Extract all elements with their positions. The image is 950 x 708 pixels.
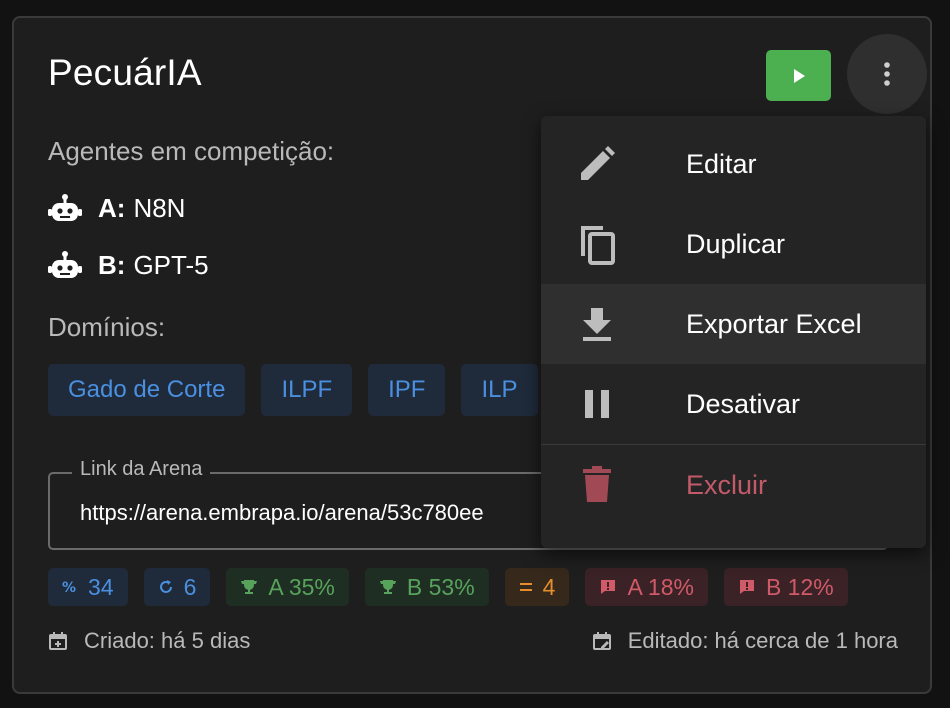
- svg-text:%: %: [62, 580, 76, 595]
- copy-icon: [575, 222, 619, 266]
- menu-item-label: Editar: [686, 148, 757, 179]
- agent-key: B:: [98, 249, 126, 280]
- trophy-icon: [379, 580, 396, 594]
- domain-chip[interactable]: ILPF: [261, 364, 353, 416]
- alert-icon: [601, 580, 616, 594]
- stat-value: 34: [88, 573, 114, 600]
- refresh-icon: [159, 580, 172, 593]
- robot-icon: [48, 248, 82, 282]
- stat-chip: B 12%: [723, 568, 848, 606]
- agents-label: Agentes em competição:: [48, 136, 335, 166]
- stat-value: B 53%: [406, 573, 475, 600]
- stat-value: A 35%: [268, 573, 335, 600]
- menu-item-label: Duplicar: [686, 228, 786, 259]
- stat-chip: 6: [143, 568, 211, 606]
- domain-chip[interactable]: Gado de Corte: [48, 364, 246, 416]
- menu-item-edit[interactable]: Editar: [541, 124, 926, 204]
- stat-value: 4: [542, 573, 556, 600]
- trophy-icon: [241, 580, 258, 594]
- robot-icon: [48, 191, 82, 225]
- domain-chip[interactable]: ILP: [461, 364, 538, 416]
- menu-item-label: Excluir: [686, 469, 768, 500]
- created-text: Criado: há 5 dias: [84, 628, 251, 653]
- trash-icon: [575, 463, 619, 507]
- calendar-plus-icon: [49, 632, 67, 650]
- stat-chip: 4: [504, 568, 570, 606]
- agent-key: A:: [98, 192, 126, 223]
- menu-item-label: Exportar Excel: [686, 308, 862, 339]
- stat-value: A 18%: [627, 573, 694, 600]
- agent-name: GPT-5: [133, 249, 209, 280]
- stat-value: B 12%: [765, 573, 834, 600]
- stat-value: 6: [183, 573, 197, 600]
- edited-info: Editado: há cerca de 1 hora: [592, 628, 898, 654]
- created-info: Criado: há 5 dias: [48, 628, 250, 654]
- equals-icon: [519, 583, 532, 591]
- menu-item-export-excel[interactable]: Exportar Excel: [541, 284, 926, 364]
- stat-chip: B 53%: [364, 568, 489, 606]
- play-icon: [793, 68, 805, 83]
- percent-icon: %: [62, 580, 76, 595]
- arena-link-value[interactable]: https://arena.embrapa.io/arena/53c780ee: [80, 500, 550, 526]
- stat-chip: A 35%: [226, 568, 349, 606]
- pencil-icon: [575, 142, 619, 186]
- menu-item-delete[interactable]: Excluir: [541, 445, 926, 525]
- stat-chip: % 34: [48, 568, 128, 606]
- download-icon: [575, 302, 619, 346]
- menu-item-label: Desativar: [686, 388, 801, 419]
- edited-text: Editado: há cerca de 1 hora: [627, 628, 898, 653]
- more-options-button[interactable]: [847, 34, 927, 114]
- calendar-edit-icon: [592, 632, 611, 650]
- stats-row: % 34 6 A 35% B 53% 4 A 18% B 12%: [48, 568, 848, 606]
- options-menu: Editar Duplicar Exportar Excel Desativar…: [541, 116, 926, 548]
- menu-item-duplicate[interactable]: Duplicar: [541, 204, 926, 284]
- agent-name: N8N: [133, 192, 186, 223]
- alert-icon: [739, 580, 754, 594]
- stat-chip: A 18%: [585, 568, 708, 606]
- agent-a: A: N8N: [48, 191, 185, 225]
- agent-b: B: GPT-5: [48, 248, 209, 282]
- domain-chip[interactable]: IPF: [368, 364, 446, 416]
- domains-label: Domínios:: [48, 312, 166, 342]
- menu-item-deactivate[interactable]: Desativar: [541, 364, 926, 444]
- pause-icon: [575, 382, 619, 426]
- more-vertical-icon: [884, 62, 890, 86]
- card-title: PecuárIA: [48, 52, 202, 93]
- play-button[interactable]: [766, 50, 831, 101]
- domain-chips: Gado de Corte ILPF IPF ILP: [48, 364, 538, 416]
- arena-link-label: Link da Arena: [72, 458, 211, 481]
